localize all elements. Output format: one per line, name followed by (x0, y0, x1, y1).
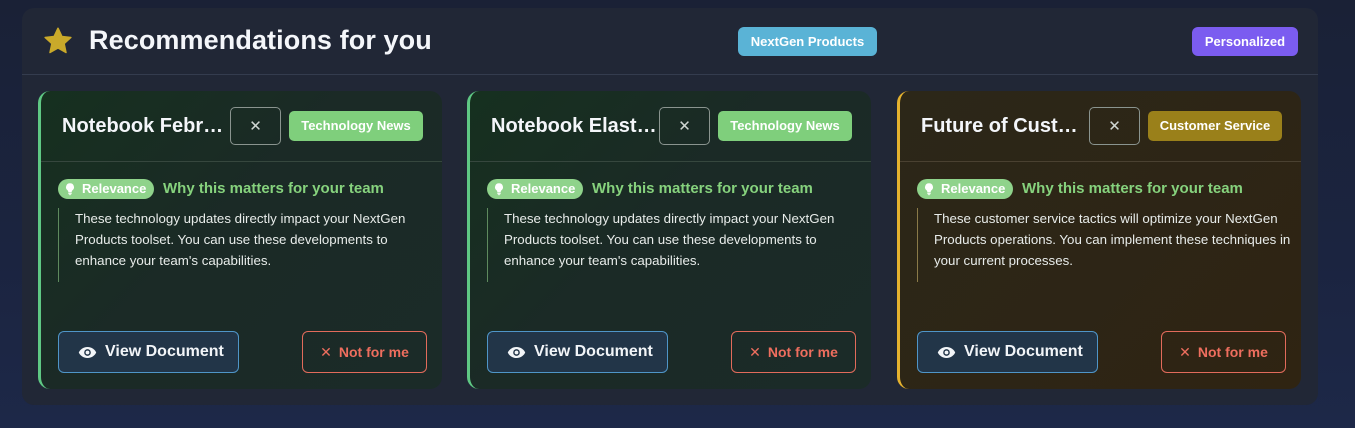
view-document-button[interactable]: View Document (917, 331, 1098, 373)
relevance-label: Relevance (511, 181, 576, 196)
not-for-me-label: Not for me (338, 344, 409, 360)
relevance-label: Relevance (82, 181, 147, 196)
not-for-me-label: Not for me (1197, 344, 1268, 360)
view-document-label: View Document (105, 343, 224, 360)
reason-text: These technology updates directly impact… (487, 208, 862, 282)
why-heading: Why this matters for your team (592, 180, 813, 197)
recommendations-panel: Recommendations for you NextGen Products… (22, 8, 1318, 405)
relevance-badge: Relevance (917, 179, 1014, 199)
reason-text: These technology updates directly impact… (58, 208, 433, 282)
lightbulb-icon (66, 183, 74, 196)
nextgen-products-badge: NextGen Products (738, 27, 877, 56)
card-title[interactable]: Notebook Elastic… (491, 115, 659, 138)
card-title[interactable]: Future of Customer… (921, 115, 1089, 138)
card-header: Future of Customer… ✕ Customer Service (900, 91, 1301, 162)
view-document-button[interactable]: View Document (487, 331, 668, 373)
card-header: Notebook February… ✕ Technology News (41, 91, 442, 162)
reason-text: These customer service tactics will opti… (917, 208, 1292, 282)
relevance-label: Relevance (941, 181, 1006, 196)
why-heading: Why this matters for your team (163, 180, 384, 197)
eye-icon (507, 346, 526, 358)
recommendation-card: Future of Customer… ✕ Customer Service R… (897, 91, 1301, 389)
close-button[interactable]: ✕ (1089, 107, 1140, 145)
not-for-me-label: Not for me (767, 344, 838, 360)
relevance-badge: Relevance (58, 179, 155, 199)
why-heading: Why this matters for your team (1022, 180, 1243, 197)
recommendation-card: Notebook Elastic… ✕ Technology News Rele… (467, 91, 871, 389)
category-badge: Technology News (718, 111, 852, 141)
not-for-me-button[interactable]: ✕ Not for me (731, 331, 856, 373)
card-title[interactable]: Notebook February… (62, 115, 230, 138)
lightbulb-icon (495, 183, 503, 196)
eye-icon (78, 346, 97, 358)
relevance-badge: Relevance (487, 179, 584, 199)
not-for-me-button[interactable]: ✕ Not for me (1161, 331, 1286, 373)
close-button[interactable]: ✕ (659, 107, 710, 145)
panel-title: Recommendations for you (89, 25, 432, 55)
category-badge: Customer Service (1148, 111, 1282, 141)
personalized-badge: Personalized (1192, 27, 1298, 56)
lightbulb-icon (925, 183, 933, 196)
view-document-button[interactable]: View Document (58, 331, 239, 373)
close-icon: ✕ (320, 343, 332, 360)
category-badge: Technology News (289, 111, 423, 141)
close-icon: ✕ (1179, 343, 1191, 360)
eye-icon (937, 346, 956, 358)
panel-header: Recommendations for you NextGen Products… (22, 8, 1318, 75)
not-for-me-button[interactable]: ✕ Not for me (302, 331, 427, 373)
star-icon (44, 27, 72, 54)
card-header: Notebook Elastic… ✕ Technology News (470, 91, 871, 162)
close-icon: ✕ (749, 343, 761, 360)
recommendation-card: Notebook February… ✕ Technology News Rel… (38, 91, 442, 389)
close-button[interactable]: ✕ (230, 107, 281, 145)
view-document-label: View Document (534, 343, 653, 360)
view-document-label: View Document (964, 343, 1083, 360)
